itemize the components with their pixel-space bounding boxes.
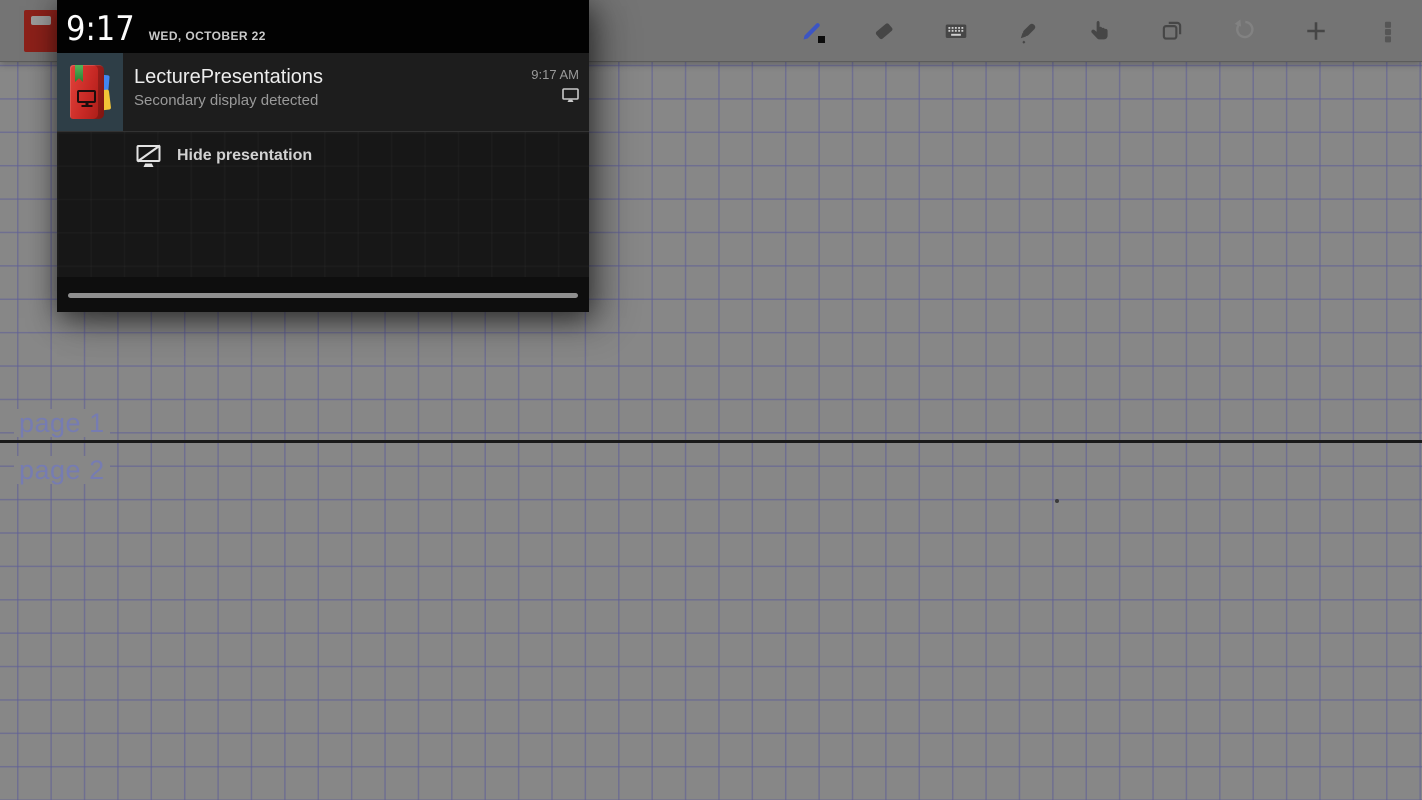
- overflow-icon: [1384, 21, 1392, 43]
- clock-date: WED, OCTOBER 22: [148, 29, 266, 43]
- undo-icon: [1234, 19, 1254, 39]
- hand-tool-button[interactable]: [1064, 0, 1136, 62]
- page-2-label: page 2: [14, 456, 110, 484]
- notification-texts: LecturePresentations Secondary display d…: [123, 53, 519, 131]
- undo-button[interactable]: [1208, 0, 1280, 62]
- plus-icon: [1307, 22, 1325, 40]
- highlighter-icon: [1020, 23, 1036, 44]
- notification-shade: 9:17 WED, OCTOBER 22 LecturePresentation…: [57, 0, 589, 312]
- ink-dot: [1055, 499, 1059, 503]
- hide-presentation-action[interactable]: Hide presentation: [57, 132, 589, 168]
- keyboard-tool-button[interactable]: [920, 0, 992, 62]
- display-off-icon: [136, 144, 161, 167]
- keyboard-icon: [945, 24, 967, 39]
- add-page-button[interactable]: [1280, 0, 1352, 62]
- notification-item[interactable]: LecturePresentations Secondary display d…: [57, 53, 589, 131]
- page-divider: [0, 440, 1422, 443]
- book-monitor-glyph: [77, 90, 96, 103]
- duplicate-page-button[interactable]: [1136, 0, 1208, 62]
- clock-time: 9:17: [66, 9, 135, 49]
- highlighter-tool-button[interactable]: [992, 0, 1064, 62]
- pen-size-indicator: [818, 36, 825, 43]
- lecture-presentations-app: page 1 page 2 9:17 WED, OCTOBER 22 Lectu…: [0, 0, 1422, 800]
- lecture-presentations-app-icon: [57, 53, 123, 131]
- hand-icon: [1091, 20, 1108, 40]
- notebook-cover-icon[interactable]: [24, 10, 58, 52]
- eraser-tool-button[interactable]: [848, 0, 920, 62]
- notification-meta: 9:17 AM: [519, 53, 589, 131]
- pen-tool-button[interactable]: [776, 0, 848, 62]
- notification-subtitle: Secondary display detected: [134, 92, 319, 109]
- notebook-cover-tab: [31, 16, 51, 25]
- shade-bottom-bar: [57, 277, 589, 312]
- eraser-icon: [875, 23, 893, 40]
- page-1-label: page 1: [14, 409, 110, 437]
- shade-status-header: 9:17 WED, OCTOBER 22: [57, 0, 589, 53]
- display-icon: [562, 88, 579, 102]
- shade-body: Hide presentation: [57, 132, 589, 277]
- pages-icon: [1162, 21, 1182, 40]
- notification-time: 9:17 AM: [531, 67, 579, 82]
- overflow-menu-button[interactable]: [1352, 0, 1422, 62]
- book-icon: [70, 65, 112, 119]
- shade-resize-handle[interactable]: [68, 293, 578, 298]
- hide-presentation-label: Hide presentation: [177, 147, 313, 164]
- notification-title: LecturePresentations: [134, 66, 324, 88]
- toolbar-tools: [776, 0, 1422, 62]
